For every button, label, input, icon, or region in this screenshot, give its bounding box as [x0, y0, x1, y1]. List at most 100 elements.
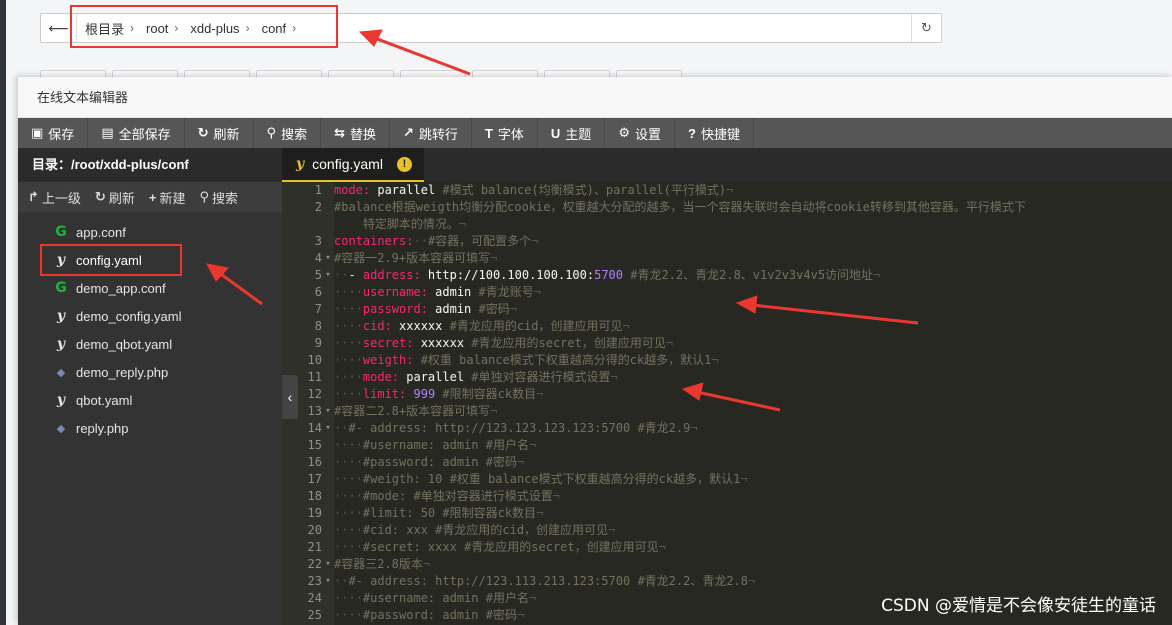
token: cid:: [362, 319, 392, 333]
fold-toggle-icon: [322, 182, 334, 199]
fold-toggle-icon[interactable]: ▾: [322, 420, 334, 437]
toolbar-button-settings[interactable]: ⚙ 设置: [605, 118, 675, 148]
search-icon: ⚲: [266, 125, 277, 140]
code-line: 15 ····#username: admin #用户名¬: [282, 437, 1172, 454]
token: -: [348, 268, 363, 282]
toolbar-button-shortcut[interactable]: ? 快捷键: [675, 118, 754, 148]
fold-toggle-icon: [322, 607, 334, 624]
line-text: ····limit: 999 #限制容器ck数目¬: [334, 386, 543, 403]
fold-toggle-icon[interactable]: ▾: [322, 267, 334, 284]
file-item-demo-config-yaml[interactable]: y demo_config.yaml: [18, 302, 282, 330]
token: ····: [334, 370, 363, 384]
toolbar-button-theme[interactable]: U 主题: [538, 118, 606, 148]
toolbar-button-goto-line[interactable]: ↗ 跳转行: [390, 118, 472, 148]
sidebar-tool-new[interactable]: + 新建: [149, 188, 186, 207]
token: #权重 balance模式下权重越高分得的ck越多，默认1: [413, 353, 712, 367]
code-line: 11 ····mode: parallel #单独对容器进行模式设置¬: [282, 369, 1172, 386]
file-item-demo-qbot-yaml[interactable]: y demo_qbot.yaml: [18, 330, 282, 358]
line-number: 9: [314, 336, 322, 350]
code-line: 特定脚本的情况。¬: [282, 216, 1172, 233]
collapse-sidebar-handle[interactable]: ‹: [282, 375, 298, 419]
token: ¬: [536, 387, 544, 401]
path-refresh-button[interactable]: ↻: [911, 14, 941, 42]
fold-toggle-icon[interactable]: ▾: [322, 250, 334, 267]
token: weigth:: [362, 353, 414, 367]
toolbar-button-search[interactable]: ⚲ 搜索: [254, 118, 322, 148]
toolbar-button-label: 刷新: [213, 126, 240, 142]
file-name: demo_config.yaml: [76, 308, 182, 324]
tab-config-yaml[interactable]: y config.yaml !: [282, 148, 424, 182]
toolbar-button-replace[interactable]: ⇆ 替换: [321, 118, 391, 148]
line-text: ····#username: admin #用户名¬: [334, 590, 536, 607]
token: ¬: [528, 438, 537, 452]
token: ····: [334, 387, 363, 401]
token: #- address: http://123.123.123.123:5700 …: [348, 421, 691, 435]
file-item-demo-reply-php[interactable]: ◆ demo_reply.php: [18, 358, 282, 386]
fold-toggle-icon[interactable]: ▾: [322, 403, 334, 420]
token: #balance根据weigth均衡分配cookie，权重越大分配的越多，当一个…: [334, 200, 1026, 214]
file-name: app.conf: [76, 224, 126, 240]
token: ¬: [610, 370, 618, 384]
sidebar-tool-search[interactable]: ⚲ 搜索: [199, 188, 238, 207]
shortcut-icon: ?: [687, 125, 696, 141]
line-number: 20: [307, 523, 322, 537]
file-item-app-conf[interactable]: Gapp.conf: [18, 218, 282, 246]
code-line: 12 ····limit: 999 #限制容器ck数目¬: [282, 386, 1172, 403]
token: 特定脚本的情况。: [334, 217, 459, 231]
token: admin: [427, 285, 479, 299]
toolbar-button-save[interactable]: ▣ 保存: [18, 118, 89, 148]
line-text: ····mode: parallel #单独对容器进行模式设置¬: [334, 369, 618, 386]
new-icon: +: [148, 189, 157, 205]
tab-label: config.yaml: [312, 156, 383, 172]
token: containers:: [334, 234, 414, 248]
code-line: 6 ····username: admin #青龙账号¬: [282, 284, 1172, 301]
sidebar-tool-up-level[interactable]: ↱ 上一级: [28, 188, 81, 207]
token: password:: [362, 302, 428, 316]
directory-label: 目录：/root/xdd-plus/conf: [18, 148, 282, 182]
token: http://100.100.100.100:: [420, 268, 595, 282]
toolbar-button-font[interactable]: T 字体: [472, 118, 538, 148]
line-number: 21: [307, 540, 322, 554]
token: #limit: 50 #限制容器ck数目: [362, 506, 537, 520]
token: ¬: [509, 302, 517, 316]
line-number: 16: [307, 455, 322, 469]
toolbar-button-refresh[interactable]: ↻ 刷新: [185, 118, 254, 148]
token: #模式 balance(均衡模式)、parallel(平行模式): [442, 183, 727, 197]
token: secret:: [362, 336, 414, 350]
yaml-file-icon: y: [56, 392, 66, 408]
sidebar-tool-refresh[interactable]: ↻ 刷新: [95, 188, 135, 207]
online-text-editor-modal: 在线文本编辑器 ▣ 保存 ▤ 全部保存 ↻ 刷新 ⚲ 搜索 ⇆ 替换 ↗ 跳转行 T 字体 U 主题 ⚙ 设置? 快…: [18, 77, 1172, 625]
code-line: 14 ▾ ··#- address: http://123.123.123.123:…: [282, 420, 1172, 437]
chevron-left-icon: ‹: [287, 389, 293, 405]
file-item-demo-app-conf[interactable]: Gdemo_app.conf: [18, 274, 282, 302]
theme-icon: U: [550, 125, 561, 141]
token: ··: [334, 421, 349, 435]
line-text: ··#- address: http://123.113.213.123:570…: [334, 573, 755, 590]
file-item-qbot-yaml[interactable]: y qbot.yaml: [18, 386, 282, 414]
toolbar-button-save-all[interactable]: ▤ 全部保存: [88, 118, 185, 148]
unsaved-warning-icon[interactable]: !: [396, 156, 412, 172]
line-text: ····#weigth: 10 #权重 balance模式下权重越高分得的ck越…: [334, 471, 748, 488]
fold-toggle-icon[interactable]: ▾: [322, 556, 334, 573]
line-text: ····#secret: xxxx #青龙应用的secret，创建应用可见¬: [334, 539, 666, 556]
token: ····: [334, 319, 363, 333]
font-icon: T: [484, 125, 493, 141]
fold-toggle-icon: [322, 590, 334, 607]
conf-file-icon: G: [55, 224, 67, 240]
line-number: 15: [307, 438, 322, 452]
code-editor[interactable]: 1 mode: parallel #模式 balance(均衡模式)、parall…: [282, 182, 1172, 625]
file-item-reply-php[interactable]: ◆ reply.php: [18, 414, 282, 442]
line-text: ····username: admin #青龙账号¬: [334, 284, 541, 301]
php-file-icon: ◆: [56, 366, 66, 379]
line-number: 1: [314, 183, 322, 197]
token: address:: [362, 268, 421, 282]
line-number: 6: [314, 285, 322, 299]
refresh-icon: ↻: [94, 189, 106, 204]
token: ¬: [665, 336, 674, 350]
sidebar-tool-label: 上一级: [41, 190, 81, 206]
fold-toggle-icon: [322, 386, 334, 403]
fold-toggle-icon[interactable]: ▾: [322, 573, 334, 590]
token: #单独对容器进行模式设置: [471, 370, 611, 384]
line-number: 19: [307, 506, 322, 520]
line-number: 22: [307, 557, 322, 571]
